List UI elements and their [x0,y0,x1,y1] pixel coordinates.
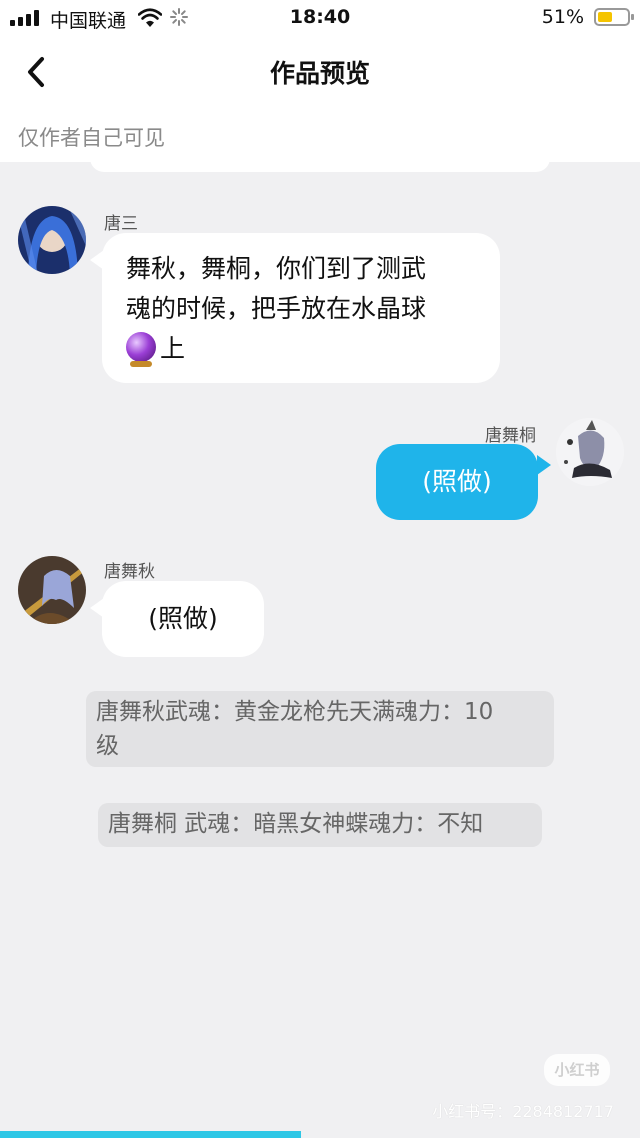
message-line-text: 上 [160,334,186,363]
message-text: (照做) [148,604,218,633]
sender-name: 唐三 [104,214,138,234]
avatar-tang-wuqiu[interactable] [18,556,86,624]
message-bubble[interactable]: (照做) [376,444,538,520]
avatar-tang-wutong[interactable] [556,418,624,486]
previous-bubble-edge [90,156,550,172]
message-text: (照做) [422,467,492,496]
watermark-id: 小红书号：2284812717 [432,1102,614,1121]
battery-percent: 51% [541,6,584,28]
progress-bar [0,1131,301,1138]
system-message: 唐舞秋武魂：黄金龙枪先天满魂力：10 级 [86,691,554,767]
sender-name: 唐舞秋 [104,562,155,582]
battery-icon [594,8,634,26]
system-message: 唐舞桐 武魂：暗黑女神蝶魂力：不知 [98,803,542,847]
message-line: 舞秋，舞桐，你们到了测武 [126,254,427,283]
page-title: 作品预览 [269,59,370,88]
system-message-line: 唐舞秋武魂：黄金龙枪先天满魂力：10 [96,699,494,725]
crystal-ball-icon [126,332,156,367]
xiaohongshu-logo-watermark: 小红书 [544,1054,610,1086]
sender-name: 唐舞桐 [485,426,536,446]
system-message-line: 唐舞桐 武魂：暗黑女神蝶魂力：不知 [108,811,484,837]
avatar-tang-san[interactable] [18,206,86,274]
message-bubble[interactable]: (照做) [102,581,264,657]
bubble-tail [537,455,551,475]
system-message-line: 级 [96,733,119,759]
message-line: 魂的时候，把手放在水晶球 [126,294,427,323]
message-line: 上 [126,329,476,369]
status-bar: 中国联通 18:40 51% [0,0,640,36]
nav-bar: 作品预览 [0,36,640,110]
message-bubble[interactable]: 舞秋，舞桐，你们到了测武 魂的时候，把手放在水晶球 上 [102,233,500,383]
visibility-notice: 仅作者自己可见 [0,110,640,162]
visibility-notice-text: 仅作者自己可见 [18,126,165,150]
